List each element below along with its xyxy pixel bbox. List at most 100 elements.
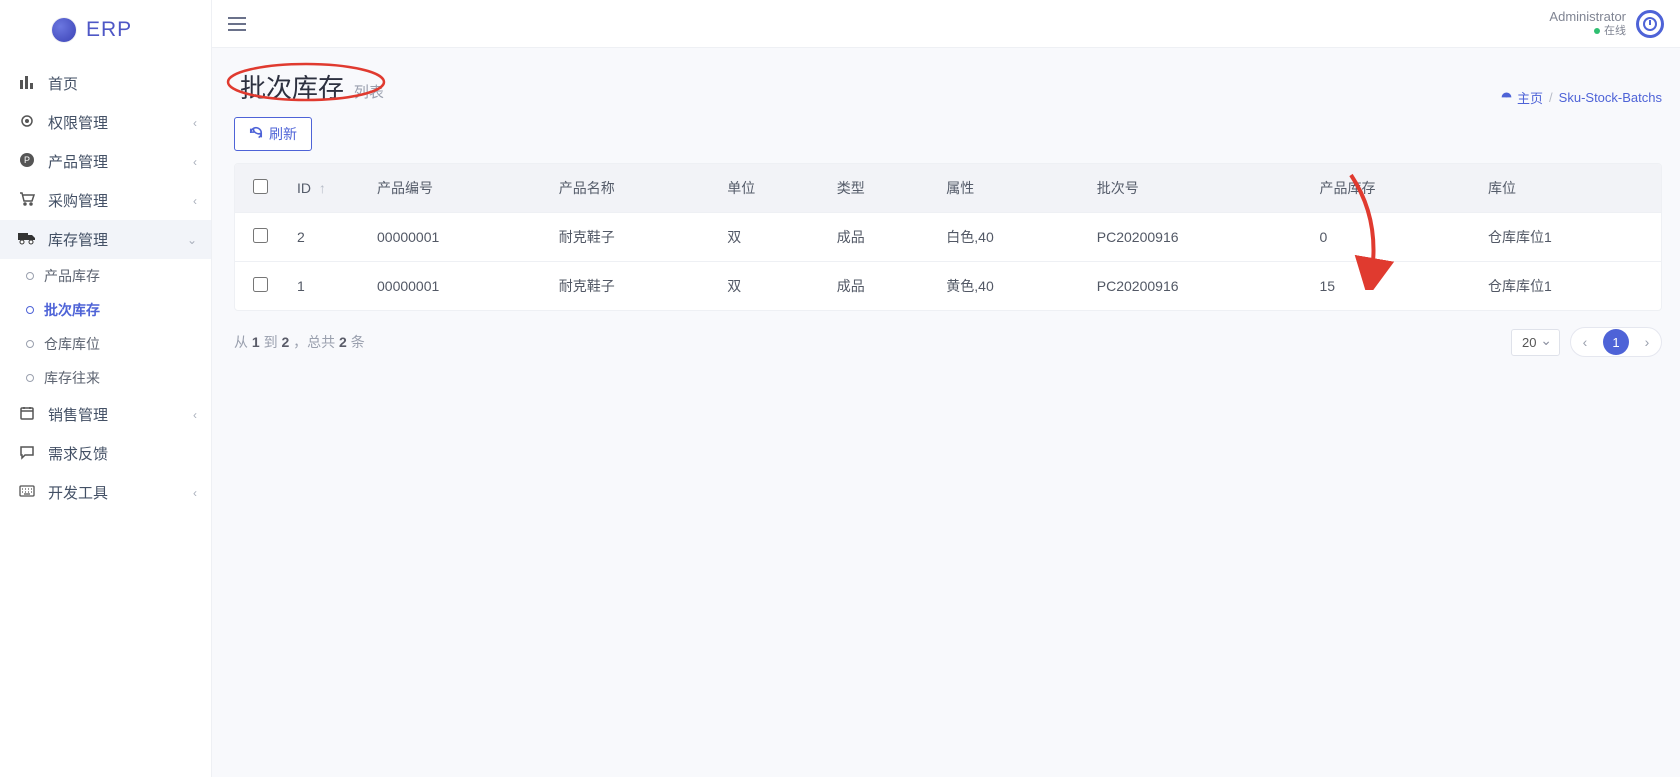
nav-sales[interactable]: 销售管理 ‹ <box>0 395 211 434</box>
nav-stock[interactable]: 库存管理 ⌄ <box>0 220 211 259</box>
nav-label: 产品管理 <box>48 151 181 172</box>
subnav-stock-movement[interactable]: 库存往来 <box>0 361 211 395</box>
nav-label: 采购管理 <box>48 190 181 211</box>
select-all-checkbox[interactable] <box>253 179 268 194</box>
subnav-product-stock[interactable]: 产品库存 <box>0 259 211 293</box>
subnav-label: 库存往来 <box>44 368 100 388</box>
subnav-batch-stock[interactable]: 批次库存 <box>0 293 211 327</box>
user-name: Administrator <box>1549 10 1626 24</box>
prev-page-button[interactable]: ‹ <box>1571 328 1599 356</box>
truck-icon <box>18 231 36 249</box>
nav-feedback[interactable]: 需求反馈 <box>0 434 211 473</box>
cell-type: 成品 <box>825 262 935 311</box>
nav-products[interactable]: P 产品管理 ‹ <box>0 142 211 181</box>
chevron-left-icon: ‹ <box>193 116 197 130</box>
breadcrumb: 主页 / Sku-Stock-Batchs <box>1500 88 1662 107</box>
cell-name: 耐克鞋子 <box>547 213 715 262</box>
breadcrumb-current: Sku-Stock-Batchs <box>1559 90 1662 105</box>
page-title: 批次库存 <box>240 68 344 105</box>
keyboard-icon <box>18 484 36 501</box>
chevron-left-icon: ‹ <box>193 408 197 422</box>
chevron-down-icon: ⌄ <box>187 233 197 247</box>
nav-label: 库存管理 <box>48 229 175 250</box>
sidebar: ERP 首页 权限管理 ‹ P 产品管理 ‹ <box>0 0 212 777</box>
pagination: ‹ 1 › <box>1570 327 1662 357</box>
refresh-icon <box>249 126 263 143</box>
cell-attr: 白色,40 <box>934 213 1085 262</box>
brand-name: ERP <box>86 18 132 42</box>
chevron-left-icon: ‹ <box>193 155 197 169</box>
col-location[interactable]: 库位 <box>1476 164 1661 213</box>
nav-label: 权限管理 <box>48 112 181 133</box>
row-checkbox[interactable] <box>253 228 268 243</box>
gear-icon <box>18 113 36 133</box>
cell-unit: 双 <box>715 213 825 262</box>
col-code[interactable]: 产品编号 <box>365 164 547 213</box>
cell-id: 2 <box>285 213 365 262</box>
subnav-warehouse-location[interactable]: 仓库库位 <box>0 327 211 361</box>
circle-icon <box>26 306 34 314</box>
online-dot-icon <box>1594 28 1600 34</box>
col-unit[interactable]: 单位 <box>715 164 825 213</box>
user-status: 在线 <box>1594 25 1626 37</box>
brand[interactable]: ERP <box>0 0 211 64</box>
subnav-label: 批次库存 <box>44 300 100 320</box>
svg-text:P: P <box>24 155 30 165</box>
bars-icon <box>18 74 36 94</box>
cell-unit: 双 <box>715 262 825 311</box>
cell-location: 仓库库位1 <box>1476 213 1661 262</box>
col-type[interactable]: 类型 <box>825 164 935 213</box>
circle-icon <box>26 374 34 382</box>
user-menu[interactable]: Administrator 在线 <box>1549 10 1664 38</box>
cell-batch: PC20200916 <box>1085 262 1308 311</box>
refresh-label: 刷新 <box>269 124 297 144</box>
nav-purchase[interactable]: 采购管理 ‹ <box>0 181 211 220</box>
col-attr[interactable]: 属性 <box>934 164 1085 213</box>
col-batch[interactable]: 批次号 <box>1085 164 1308 213</box>
nav-label: 需求反馈 <box>48 443 197 464</box>
cell-code: 00000001 <box>365 262 547 311</box>
nav-home[interactable]: 首页 <box>0 64 211 103</box>
nav-devtools[interactable]: 开发工具 ‹ <box>0 473 211 512</box>
cell-attr: 黄色,40 <box>934 262 1085 311</box>
cell-batch: PC20200916 <box>1085 213 1308 262</box>
avatar-icon[interactable] <box>1636 10 1664 38</box>
cell-id: 1 <box>285 262 365 311</box>
sort-asc-icon: ↑ <box>319 180 326 196</box>
records-info: 从 1 到 2 ，总共 2 条 <box>234 332 365 352</box>
nav-stock-submenu: 产品库存 批次库存 仓库库位 库存往来 <box>0 259 211 395</box>
table-row[interactable]: 100000001耐克鞋子双成品黄色,40PC2020091615仓库库位1 <box>235 262 1661 311</box>
page-number[interactable]: 1 <box>1603 329 1629 355</box>
row-checkbox[interactable] <box>253 277 268 292</box>
sidebar-toggle-icon[interactable] <box>228 17 246 31</box>
brand-logo-icon <box>52 18 76 42</box>
cell-qty: 0 <box>1308 213 1476 262</box>
dashboard-icon <box>1500 90 1513 106</box>
breadcrumb-home[interactable]: 主页 <box>1500 88 1543 107</box>
col-id[interactable]: ID ↑ <box>285 164 365 213</box>
col-qty[interactable]: 产品库存 <box>1308 164 1476 213</box>
page-subtitle: 列表 <box>354 84 384 101</box>
topbar: Administrator 在线 <box>212 0 1680 48</box>
table-row[interactable]: 200000001耐克鞋子双成品白色,40PC202009160仓库库位1 <box>235 213 1661 262</box>
chevron-left-icon: ‹ <box>193 486 197 500</box>
cell-code: 00000001 <box>365 213 547 262</box>
col-name[interactable]: 产品名称 <box>547 164 715 213</box>
circle-icon <box>26 272 34 280</box>
breadcrumb-separator: / <box>1549 90 1553 105</box>
circle-icon <box>26 340 34 348</box>
refresh-button[interactable]: 刷新 <box>234 117 312 151</box>
nav-label: 首页 <box>48 73 197 94</box>
cell-qty: 15 <box>1308 262 1476 311</box>
cell-type: 成品 <box>825 213 935 262</box>
cart-icon <box>18 191 36 211</box>
nav-permissions[interactable]: 权限管理 ‹ <box>0 103 211 142</box>
nav-label: 销售管理 <box>48 404 181 425</box>
calendar-icon <box>18 405 36 425</box>
per-page-select[interactable]: 20 <box>1511 329 1560 356</box>
subnav-label: 产品库存 <box>44 266 100 286</box>
nav-label: 开发工具 <box>48 482 181 503</box>
next-page-button[interactable]: › <box>1633 328 1661 356</box>
subnav-label: 仓库库位 <box>44 334 100 354</box>
cell-name: 耐克鞋子 <box>547 262 715 311</box>
